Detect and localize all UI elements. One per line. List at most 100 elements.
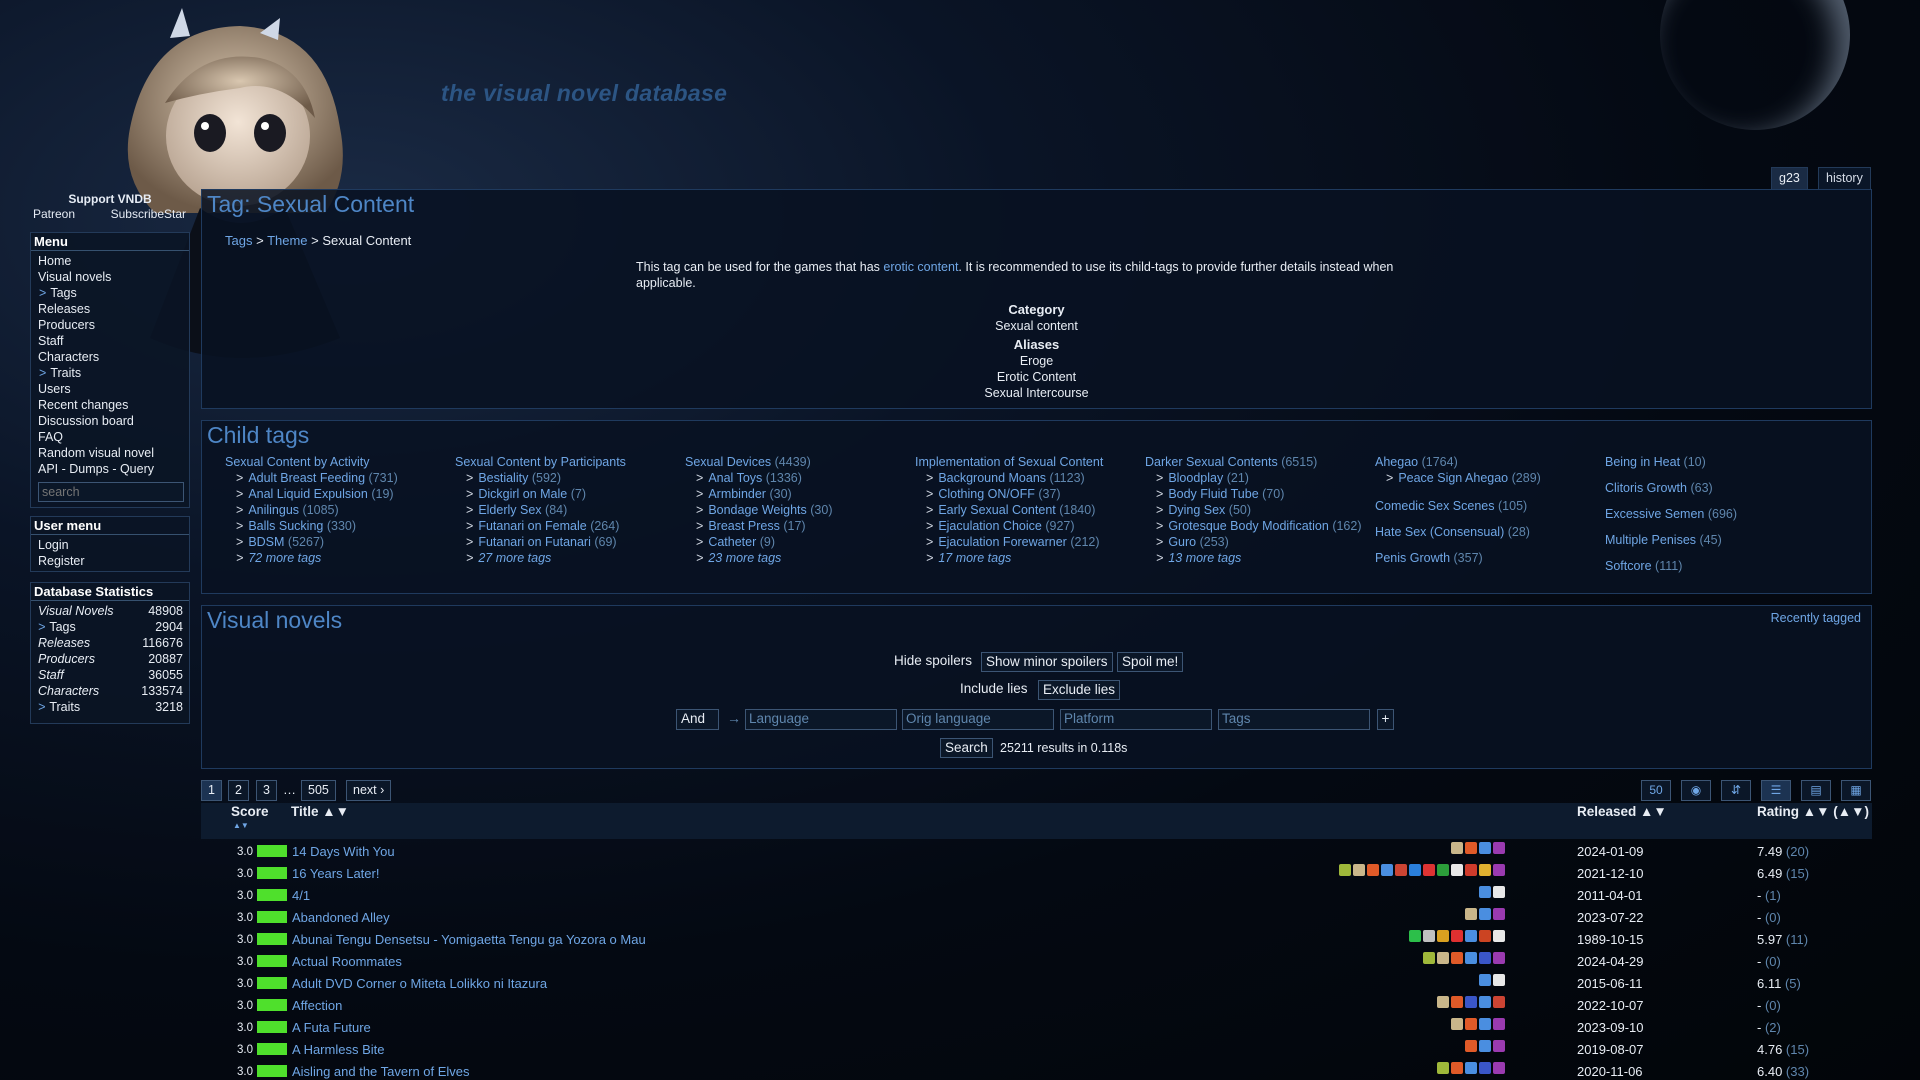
menu-traits[interactable]: Traits	[50, 366, 81, 380]
more-tags-link[interactable]: 27 more tags	[478, 551, 551, 565]
more-tags-link[interactable]: 17 more tags	[938, 551, 1011, 565]
child-tag-link[interactable]: Catheter	[708, 535, 756, 549]
released-column-header[interactable]: Released ▲▼	[1577, 804, 1667, 819]
and-toggle[interactable]: And	[676, 709, 719, 730]
menu-staff[interactable]: Staff	[38, 333, 189, 349]
child-tag-link[interactable]: Hate Sex (Consensual)	[1375, 525, 1504, 539]
child-tag-link[interactable]: Balls Sucking	[248, 519, 323, 533]
menu-characters[interactable]: Characters	[38, 349, 189, 365]
page-3-button[interactable]: 3	[256, 780, 277, 801]
include-lies-label[interactable]: Include lies	[960, 681, 1028, 696]
patreon-link[interactable]: Patreon	[33, 207, 75, 221]
child-tag-link[interactable]: Clitoris Growth	[1605, 481, 1687, 495]
menu-recent-changes[interactable]: Recent changes	[38, 397, 189, 413]
child-tag-link[interactable]: Ejaculation Forewarner	[938, 535, 1067, 549]
tab-id[interactable]: g23	[1771, 167, 1808, 189]
menu-home[interactable]: Home	[38, 253, 189, 269]
recently-tagged-link[interactable]: Recently tagged	[1771, 611, 1861, 625]
stat-row-producers[interactable]: Producers 20887	[38, 651, 189, 667]
stat-row-vn[interactable]: Visual Novels 48908	[38, 603, 189, 619]
hide-spoilers-label[interactable]: Hide spoilers	[894, 653, 972, 668]
child-tag-link[interactable]: Dickgirl on Male	[478, 487, 567, 501]
add-filter-button[interactable]: +	[1377, 709, 1394, 730]
child-tag-link[interactable]: Background Moans	[938, 471, 1046, 485]
language-filter[interactable]: Language	[745, 709, 897, 730]
register-link[interactable]: Register	[38, 553, 189, 569]
sort-icon[interactable]: ⇵	[1721, 780, 1751, 801]
menu-producers[interactable]: Producers	[38, 317, 189, 333]
show-minor-spoilers-button[interactable]: Show minor spoilers	[981, 652, 1113, 672]
eye-icon[interactable]: ◉	[1681, 780, 1711, 801]
tab-history[interactable]: history	[1818, 167, 1871, 189]
menu-discussion-board[interactable]: Discussion board	[38, 413, 189, 429]
child-tag-link[interactable]: Breast Press	[708, 519, 780, 533]
child-tag-parent[interactable]: Sexual Content by Activity	[225, 455, 370, 469]
child-tag-link[interactable]: Grotesque Body Modification	[1168, 519, 1329, 533]
site-title[interactable]: the visual novel database	[441, 80, 727, 107]
menu-users[interactable]: Users	[38, 381, 189, 397]
child-tag-parent[interactable]: Darker Sexual Contents	[1145, 455, 1278, 469]
per-page-button[interactable]: 50	[1641, 780, 1671, 801]
child-tag-link[interactable]: Anilingus	[248, 503, 299, 517]
child-tag-link[interactable]: Anal Toys	[708, 471, 762, 485]
child-tag-link[interactable]: Early Sexual Content	[938, 503, 1055, 517]
menu-faq[interactable]: FAQ	[38, 429, 189, 445]
rating-column-header[interactable]: Rating ▲▼ (▲▼)	[1757, 804, 1869, 819]
child-tag-link[interactable]: Excessive Semen	[1605, 507, 1704, 521]
child-tag-link[interactable]: Bondage Weights	[708, 503, 806, 517]
breadcrumb-tags[interactable]: Tags	[225, 233, 252, 248]
vn-title-link[interactable]: Aisling and the Tavern of Elves	[292, 1064, 470, 1079]
child-tag-parent[interactable]: Sexual Content by Participants	[455, 455, 626, 469]
menu-releases[interactable]: Releases	[38, 301, 189, 317]
vn-title-link[interactable]: 14 Days With You	[292, 844, 395, 859]
login-link[interactable]: Login	[38, 537, 189, 553]
child-tag-link[interactable]: Clothing ON/OFF	[938, 487, 1035, 501]
child-tag-link[interactable]: Peace Sign Ahegao	[1398, 471, 1508, 485]
vn-title-link[interactable]: 16 Years Later!	[292, 866, 379, 881]
more-tags-link[interactable]: 72 more tags	[248, 551, 321, 565]
stat-row-characters[interactable]: Characters 133574	[38, 683, 189, 699]
tags-filter[interactable]: Tags	[1218, 709, 1370, 730]
vn-title-link[interactable]: Actual Roommates	[292, 954, 402, 969]
menu-visual-novels[interactable]: Visual novels	[38, 269, 189, 285]
child-tag-parent[interactable]: Ahegao	[1375, 455, 1418, 469]
child-tag-link[interactable]: Armbinder	[708, 487, 766, 501]
child-tag-link[interactable]: Penis Growth	[1375, 551, 1450, 565]
child-tag-link[interactable]: Futanari on Female	[478, 519, 586, 533]
stat-row-releases[interactable]: Releases 116676	[38, 635, 189, 651]
child-tag-link[interactable]: Anal Liquid Expulsion	[248, 487, 368, 501]
menu-api[interactable]: API - Dumps - Query	[38, 461, 189, 477]
child-tag-link[interactable]: BDSM	[248, 535, 284, 549]
stat-row-tags[interactable]: > Tags 2904	[38, 619, 189, 635]
vn-title-link[interactable]: Abandoned Alley	[292, 910, 390, 925]
subscribestar-link[interactable]: SubscribeStar	[111, 207, 186, 221]
child-tag-link[interactable]: Ejaculation Choice	[938, 519, 1042, 533]
vn-title-link[interactable]: Adult DVD Corner o Miteta Lolikko ni Ita…	[292, 976, 547, 991]
stat-row-staff[interactable]: Staff 36055	[38, 667, 189, 683]
page-1-button[interactable]: 1	[201, 780, 222, 801]
vn-title-link[interactable]: Abunai Tengu Densetsu - Yomigaetta Tengu…	[292, 932, 646, 947]
child-tag-parent[interactable]: Sexual Devices	[685, 455, 771, 469]
vn-title-link[interactable]: 4/1	[292, 888, 310, 903]
child-tag-link[interactable]: Multiple Penises	[1605, 533, 1696, 547]
child-tag-link[interactable]: Bloodplay	[1168, 471, 1223, 485]
child-tag-link[interactable]: Dying Sex	[1168, 503, 1225, 517]
child-tag-link[interactable]: Comedic Sex Scenes	[1375, 499, 1495, 513]
search-button[interactable]: Search	[940, 738, 993, 758]
more-tags-link[interactable]: 13 more tags	[1168, 551, 1241, 565]
score-sort-icon[interactable]: ▲▼	[233, 821, 249, 830]
list-view-icon[interactable]: ☰	[1761, 780, 1791, 801]
exclude-lies-button[interactable]: Exclude lies	[1038, 680, 1121, 700]
child-tag-link[interactable]: Futanari on Futanari	[478, 535, 591, 549]
more-tags-link[interactable]: 23 more tags	[708, 551, 781, 565]
vn-title-link[interactable]: A Futa Future	[292, 1020, 371, 1035]
orig-language-filter[interactable]: Orig language	[902, 709, 1054, 730]
next-page-button[interactable]: next ›	[346, 780, 392, 801]
menu-random-vn[interactable]: Random visual novel	[38, 445, 189, 461]
platform-filter[interactable]: Platform	[1060, 709, 1212, 730]
grid-view-icon[interactable]: ▦	[1841, 780, 1871, 801]
menu-tags[interactable]: Tags	[50, 286, 76, 300]
page-2-button[interactable]: 2	[228, 780, 249, 801]
menu-search-input[interactable]	[38, 482, 184, 502]
spoil-me-button[interactable]: Spoil me!	[1117, 652, 1184, 672]
